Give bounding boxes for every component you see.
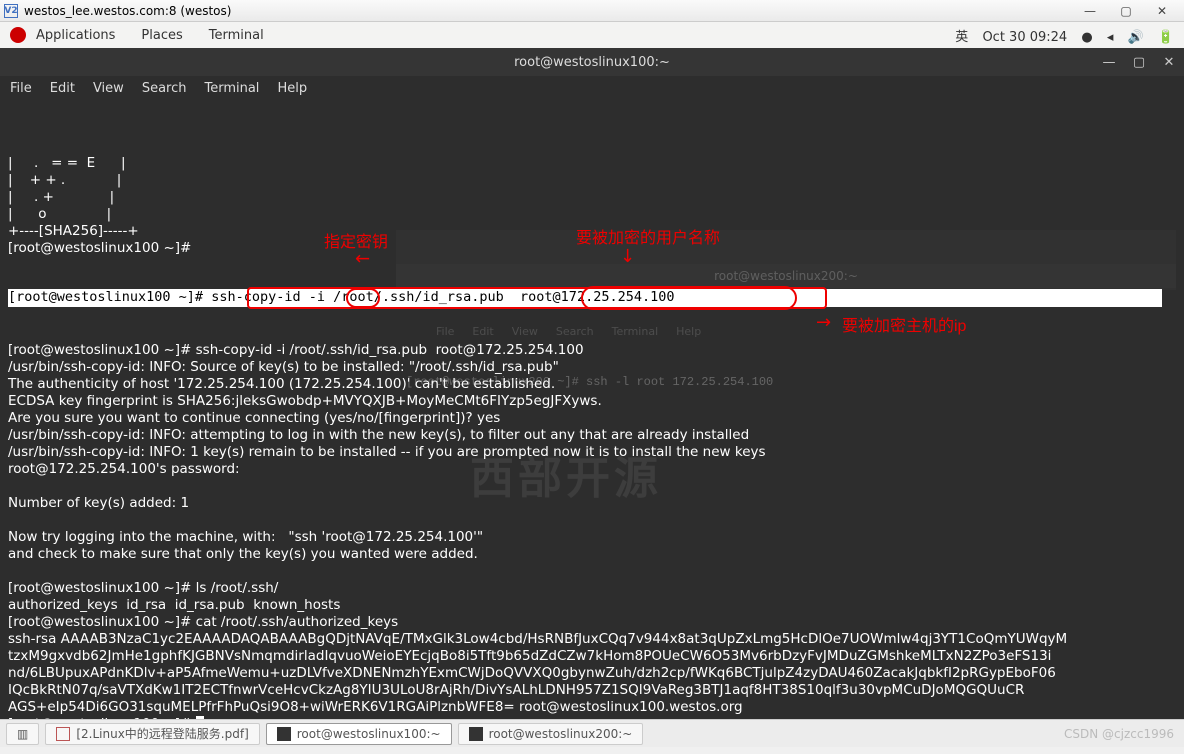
background-terminal-title: root@westoslinux200:~ xyxy=(396,264,1176,288)
term-line: IQcBkRtN07q/saVTXdKw1IT2ECTfnwrVceHcvCkz… xyxy=(8,682,1024,698)
taskbar-label: root@westoslinux100:~ xyxy=(297,727,441,741)
taskbar-label: root@westoslinux200:~ xyxy=(489,727,633,741)
terminal-submenu[interactable]: Terminal xyxy=(204,81,259,96)
term-line: +----[SHA256]-----+ xyxy=(8,223,139,239)
background-terminal: root@westoslinux200:~ FileEditViewSearch… xyxy=(396,230,1176,290)
arrow-down-icon: ↓ xyxy=(620,246,635,267)
term-line: AGS+eIp54Di6GO31squMELPfrFhPuQsi9O8+wiWr… xyxy=(8,699,743,715)
term-prompt: [root@westoslinux100 ~]# xyxy=(8,240,196,256)
terminal-menu[interactable]: Terminal xyxy=(209,28,264,43)
terminal-icon xyxy=(469,727,483,741)
places-menu[interactable]: Places xyxy=(141,28,182,43)
ime-indicator[interactable]: 英 xyxy=(955,30,968,45)
file-menu[interactable]: File xyxy=(10,81,32,96)
term-line xyxy=(8,563,12,579)
term-line: nd/6LBUpuxAPdnKDlv+aP5AfmeWemu+uzDLVfveX… xyxy=(8,665,1056,681)
taskbar-item-terminal2[interactable]: root@westoslinux200:~ xyxy=(458,723,644,745)
terminal-close-button[interactable]: ✕ xyxy=(1154,48,1184,76)
view-menu[interactable]: View xyxy=(93,81,124,96)
background-terminal-menu: FileEditViewSearchTerminalHelp xyxy=(396,322,1176,340)
vnc-close-button[interactable]: ✕ xyxy=(1144,0,1180,22)
term-line xyxy=(8,512,12,528)
term-line xyxy=(8,257,12,273)
taskbar-item-terminal1[interactable]: root@westoslinux100:~ xyxy=(266,723,452,745)
watermark: 西部开源 xyxy=(470,470,662,487)
term-line: tzxM9gxvdb62JmHe1gphfKJGBNVsNmqmdirladIq… xyxy=(8,648,1051,664)
term-line: ssh-rsa AAAAB3NzaC1yc2EAAAADAQABAAABgQDj… xyxy=(8,631,1067,647)
term-line xyxy=(8,478,12,494)
vnc-max-button[interactable]: ▢ xyxy=(1108,0,1144,22)
activities-icon[interactable] xyxy=(10,27,26,43)
applications-menu[interactable]: Applications xyxy=(36,28,115,43)
taskbar-item-pdf[interactable]: [2.Linux中的远程登陆服务.pdf] xyxy=(45,723,259,745)
taskbar: ▥ [2.Linux中的远程登陆服务.pdf] root@westoslinux… xyxy=(0,719,1184,747)
status-dot: ● xyxy=(1081,30,1092,45)
term-line xyxy=(8,308,12,324)
annotation-circle-user-ip xyxy=(581,286,797,310)
vnc-title: westos_lee.westos.com:8 (westos) xyxy=(24,4,231,18)
pdf-icon xyxy=(56,727,70,741)
term-line: Are you sure you want to continue connec… xyxy=(8,410,500,426)
edit-menu[interactable]: Edit xyxy=(50,81,75,96)
terminal-body[interactable]: 西部开源 root@westoslinux200:~ FileEditViewS… xyxy=(0,100,1184,754)
term-line: | . = = E | xyxy=(8,155,126,171)
terminal-min-button[interactable]: — xyxy=(1094,48,1124,76)
taskbar-label: [2.Linux中的远程登陆服务.pdf] xyxy=(76,725,248,742)
term-line: /usr/bin/ssh-copy-id: INFO: attempting t… xyxy=(8,427,749,443)
network-icon[interactable]: ◂ xyxy=(1107,30,1114,45)
terminal-title-bar[interactable]: root@westoslinux100:~ — ▢ ✕ xyxy=(0,48,1184,76)
terminal-menu-bar: File Edit View Search Terminal Help xyxy=(0,76,1184,100)
arrow-right-icon: → xyxy=(816,312,831,333)
term-line xyxy=(8,325,12,341)
term-prompt: [root@westoslinux100 ~]# ls /root/.ssh/ xyxy=(8,580,278,596)
battery-icon[interactable]: 🔋 xyxy=(1158,30,1174,45)
vnc-min-button[interactable]: — xyxy=(1072,0,1108,22)
workspace-icon: ▥ xyxy=(17,727,28,741)
background-terminal-line: [root@westoslinux200 ~]# ssh -l root 172… xyxy=(396,374,1176,391)
vnc-title-bar: V2 westos_lee.westos.com:8 (westos) — ▢ … xyxy=(0,0,1184,22)
desktop: westos Trash docs root@westoslinux100:~ … xyxy=(0,48,1184,719)
term-line: | . + | xyxy=(8,189,114,205)
annotation-label-user: 要被加密的用户名称 xyxy=(576,224,720,248)
annotation-circle-i-flag xyxy=(346,288,380,308)
term-line: | o | xyxy=(8,206,111,222)
terminal-icon xyxy=(277,727,291,741)
search-menu[interactable]: Search xyxy=(142,81,187,96)
terminal-window: root@westoslinux100:~ — ▢ ✕ File Edit Vi… xyxy=(0,48,1184,719)
term-line: root@172.25.254.100's password: xyxy=(8,461,244,477)
term-line xyxy=(8,274,12,290)
gnome-top-panel: Applications Places Terminal 英 Oct 30 09… xyxy=(0,22,1184,48)
clock[interactable]: Oct 30 09:24 xyxy=(982,30,1067,45)
term-line: authorized_keys id_rsa id_rsa.pub known_… xyxy=(8,597,340,613)
arrow-down-icon: ↓ xyxy=(351,251,372,266)
help-menu[interactable]: Help xyxy=(277,81,307,96)
terminal-title: root@westoslinux100:~ xyxy=(514,55,670,70)
term-line: | + + . | xyxy=(8,172,121,188)
system-tray: 英 Oct 30 09:24 ● ◂ 🔊 🔋 xyxy=(945,26,1174,45)
term-line: Now try logging into the machine, with: … xyxy=(8,529,483,545)
annotation-label-ip: 要被加密主机的ip xyxy=(842,312,966,336)
annotation-label-keyspec: 指定密钥 xyxy=(324,228,388,252)
taskbar-showdesktop[interactable]: ▥ xyxy=(6,723,39,745)
term-line: Number of key(s) added: 1 xyxy=(8,495,189,511)
terminal-max-button[interactable]: ▢ xyxy=(1124,48,1154,76)
watermark-csdn: CSDN @cjzcc1996 xyxy=(1064,727,1174,741)
volume-icon[interactable]: 🔊 xyxy=(1127,30,1143,45)
vnc-icon: V2 xyxy=(4,4,18,18)
term-line: and check to make sure that only the key… xyxy=(8,546,478,562)
term-prompt: [root@westoslinux100 ~]# cat /root/.ssh/… xyxy=(8,614,398,630)
